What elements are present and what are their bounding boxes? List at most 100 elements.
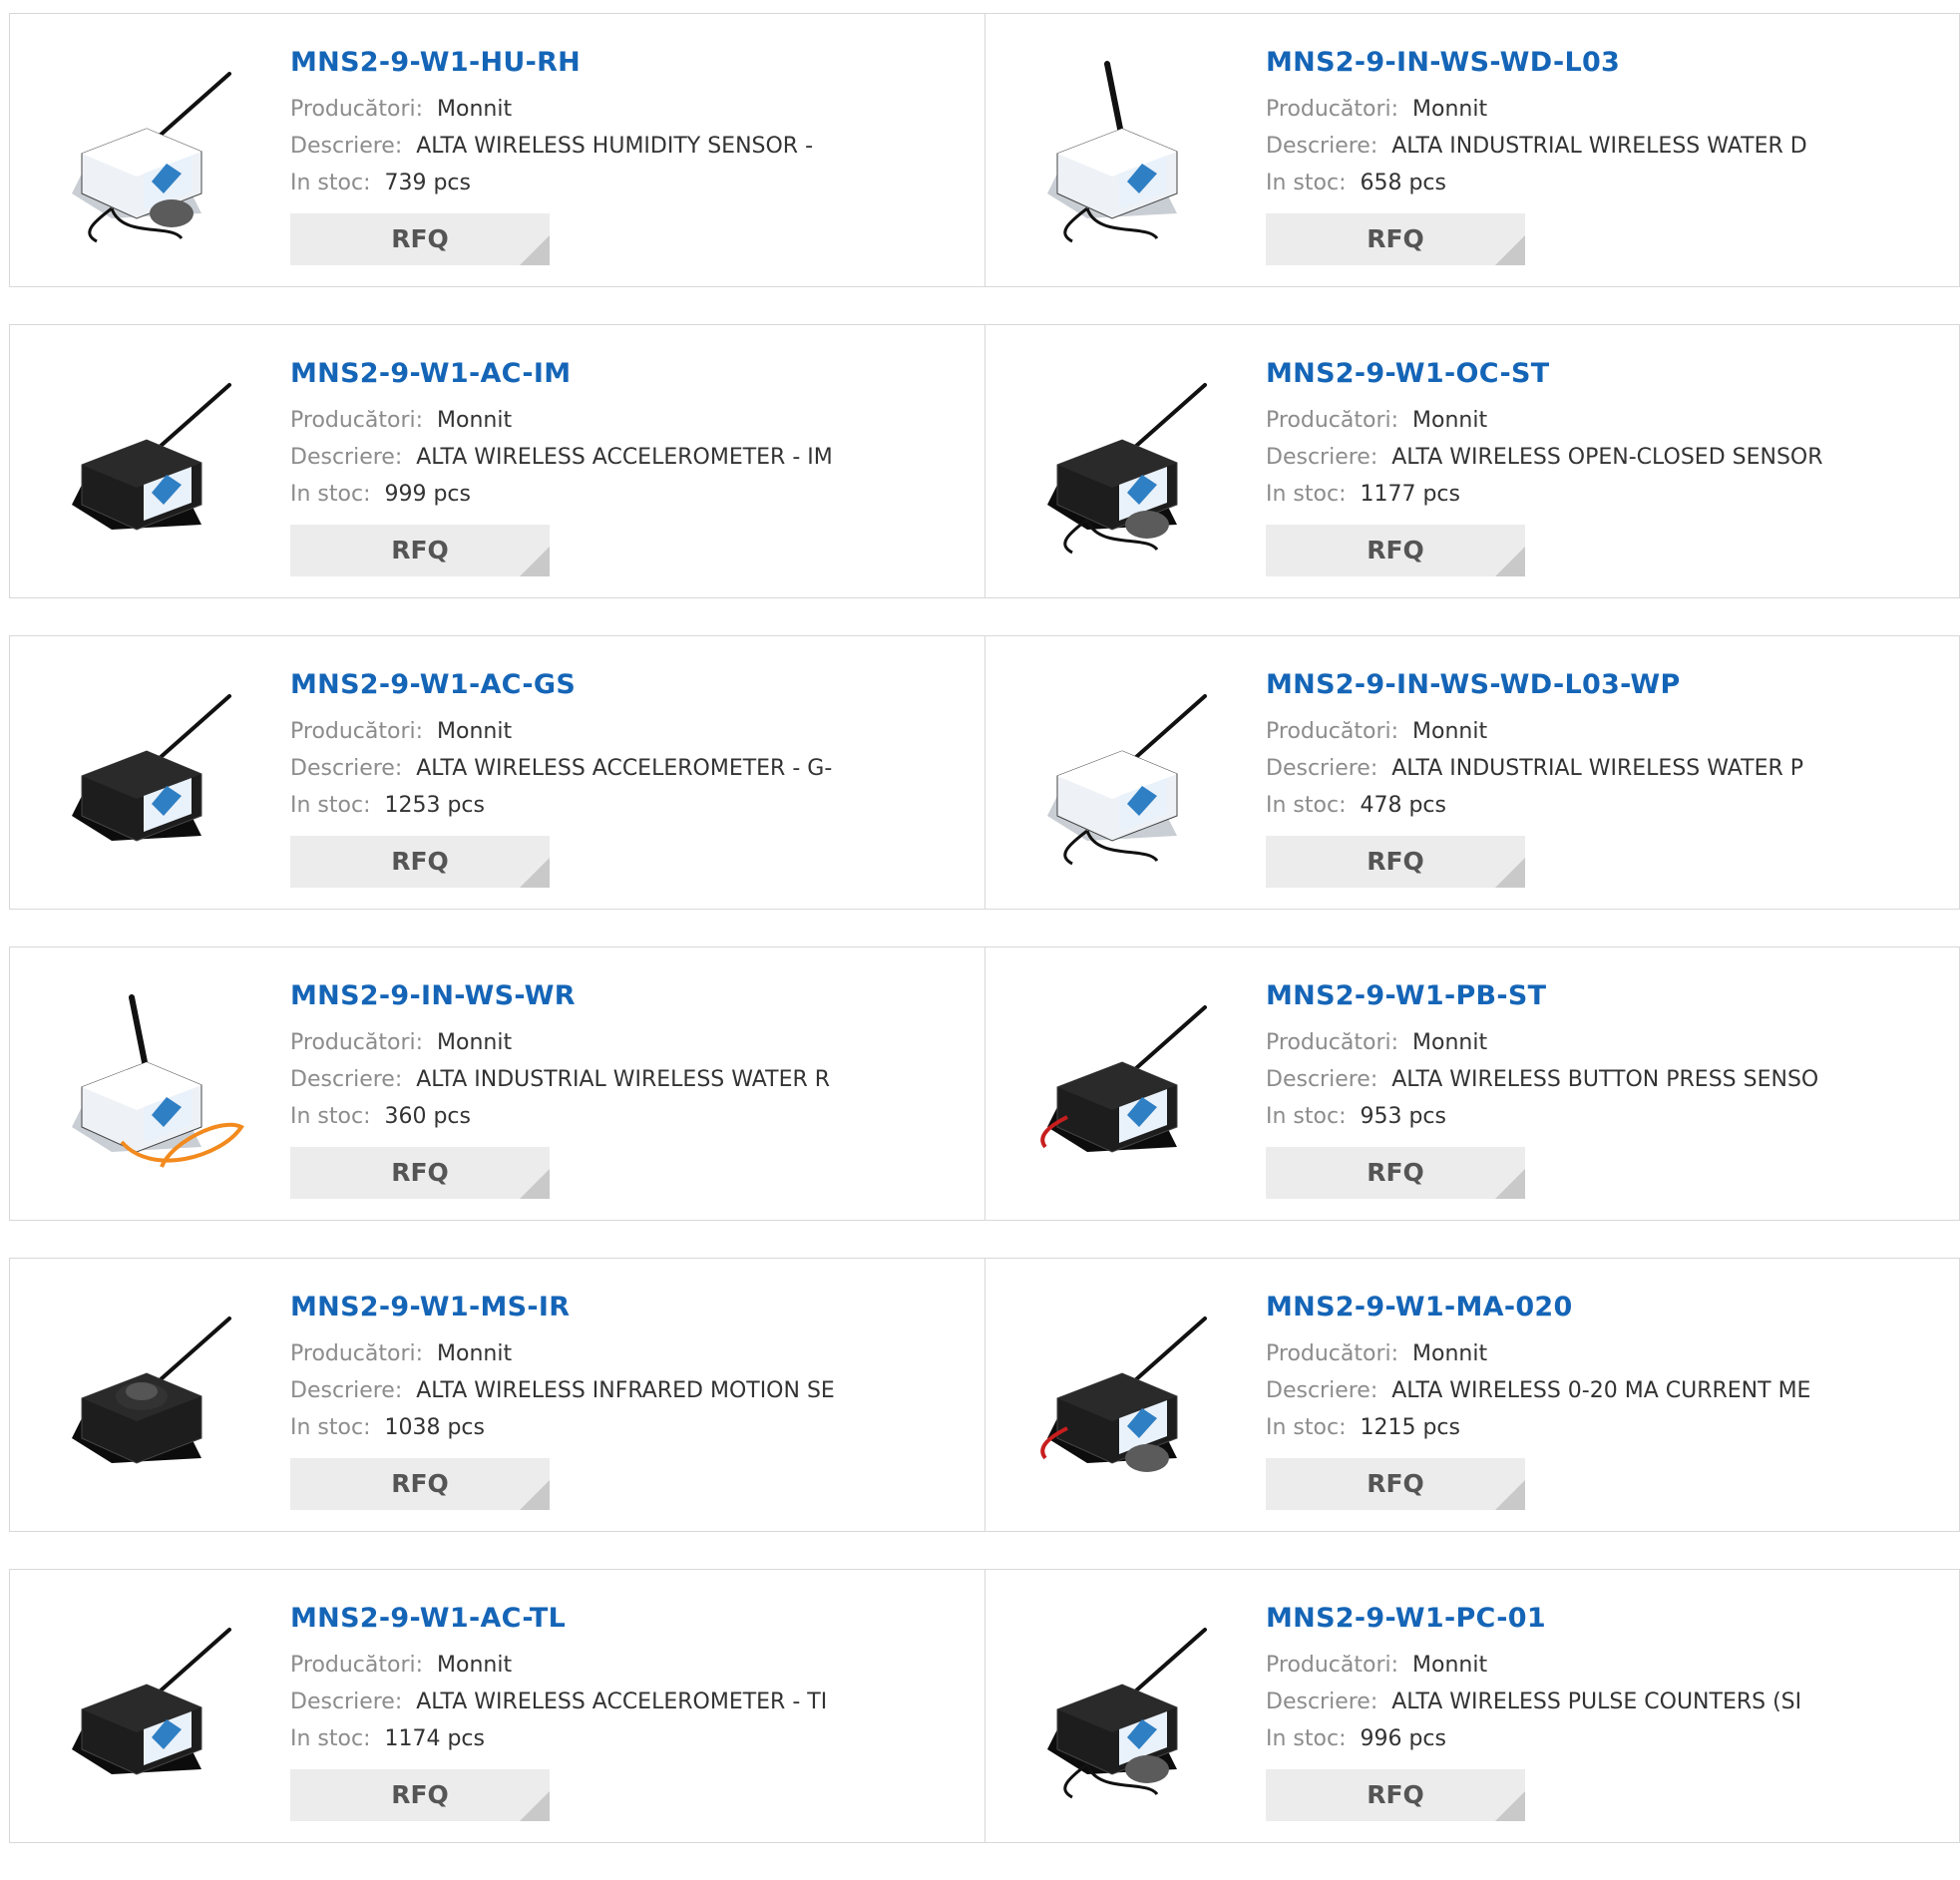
product-row: MNS2-9-W1-HU-RH Producători: Monnit Descrie… — [9, 13, 1960, 287]
rfq-button[interactable]: RFQ — [290, 1147, 550, 1199]
rfq-button[interactable]: RFQ — [1266, 836, 1525, 888]
product-title-link[interactable]: MNS2-9-IN-WS-WR — [290, 979, 975, 1013]
water-detection-sensor-icon[interactable] — [1027, 44, 1227, 243]
stock-value: 999 pcs — [384, 482, 471, 507]
description-value: ALTA WIRELESS BUTTON PRESS SENSO — [1391, 1067, 1819, 1092]
manufacturer-label: Producători: — [290, 719, 424, 744]
manufacturer-label: Producători: — [290, 97, 424, 122]
description-line: Descriere: ALTA WIRELESS ACCELEROMETER - … — [290, 439, 975, 476]
rfq-label: RFQ — [1367, 1469, 1424, 1498]
open-closed-sensor-icon[interactable] — [1027, 355, 1227, 555]
water-probe-sensor-icon[interactable] — [1027, 666, 1227, 866]
description-value: ALTA WIRELESS ACCELEROMETER - G- — [416, 756, 833, 781]
description-line: Descriere: ALTA WIRELESS ACCELEROMETER - … — [290, 1684, 975, 1720]
rfq-button[interactable]: RFQ — [1266, 525, 1525, 576]
humidity-sensor-icon[interactable] — [52, 44, 251, 243]
stock-label: In stoc: — [290, 1104, 371, 1129]
corner-triangle-icon — [520, 858, 550, 888]
product-title-link[interactable]: MNS2-9-W1-MA-020 — [1266, 1291, 1949, 1324]
rfq-label: RFQ — [1367, 224, 1424, 253]
product-title-link[interactable]: MNS2-9-W1-OC-ST — [1266, 357, 1949, 391]
manufacturer-value: Monnit — [1412, 408, 1488, 433]
product-title-link[interactable]: MNS2-9-W1-PB-ST — [1266, 979, 1949, 1013]
description-line: Descriere: ALTA WIRELESS BUTTON PRESS SEN… — [1266, 1061, 1949, 1098]
stock-line: In stoc: 1177 pcs — [1266, 476, 1949, 513]
pulse-counter-sensor-icon[interactable] — [1027, 1600, 1227, 1799]
rfq-button[interactable]: RFQ — [1266, 213, 1525, 265]
stock-value: 1174 pcs — [384, 1726, 485, 1751]
stock-value: 1253 pcs — [384, 793, 485, 818]
stock-value: 1177 pcs — [1360, 482, 1460, 507]
description-value: ALTA INDUSTRIAL WIRELESS WATER R — [416, 1067, 831, 1092]
stock-value: 360 pcs — [384, 1104, 471, 1129]
product-card: MNS2-9-W1-AC-GS Producători: Monnit Descrie… — [10, 636, 984, 909]
corner-triangle-icon — [1495, 1480, 1525, 1510]
product-title-link[interactable]: MNS2-9-W1-HU-RH — [290, 46, 975, 80]
rfq-button[interactable]: RFQ — [1266, 1458, 1525, 1510]
manufacturer-label: Producători: — [290, 1341, 424, 1366]
manufacturer-value: Monnit — [437, 1341, 513, 1366]
product-row: MNS2-9-W1-AC-IM Producători: Monnit Descrie… — [9, 324, 1960, 598]
description-line: Descriere: ALTA INDUSTRIAL WIRELESS WATER… — [1266, 750, 1949, 787]
rfq-label: RFQ — [1367, 536, 1424, 564]
rfq-button[interactable]: RFQ — [290, 213, 550, 265]
rfq-button[interactable]: RFQ — [1266, 1147, 1525, 1199]
corner-triangle-icon — [1495, 547, 1525, 576]
product-card: MNS2-9-W1-PC-01 Producători: Monnit Descrie… — [984, 1570, 1959, 1842]
product-title-link[interactable]: MNS2-9-W1-MS-IR — [290, 1291, 975, 1324]
stock-line: In stoc: 1253 pcs — [290, 787, 975, 824]
product-card: MNS2-9-W1-AC-IM Producători: Monnit Descrie… — [10, 325, 984, 597]
product-card: MNS2-9-W1-AC-TL Producători: Monnit Descrie… — [10, 1570, 984, 1842]
accelerometer-sensor-icon[interactable] — [52, 355, 251, 555]
rfq-button[interactable]: RFQ — [290, 525, 550, 576]
product-title-link[interactable]: MNS2-9-IN-WS-WD-L03-WP — [1266, 668, 1949, 702]
stock-value: 996 pcs — [1360, 1726, 1446, 1751]
motion-sensor-icon[interactable] — [52, 1289, 251, 1488]
rfq-label: RFQ — [391, 536, 449, 564]
manufacturer-line: Producători: Monnit — [290, 402, 975, 439]
rfq-label: RFQ — [1367, 1158, 1424, 1187]
product-title-link[interactable]: MNS2-9-W1-AC-GS — [290, 668, 975, 702]
description-line: Descriere: ALTA INDUSTRIAL WIRELESS WATER… — [290, 1061, 975, 1098]
stock-line: In stoc: 996 pcs — [1266, 1720, 1949, 1757]
manufacturer-value: Monnit — [1412, 97, 1488, 122]
product-title-link[interactable]: MNS2-9-W1-PC-01 — [1266, 1602, 1949, 1636]
product-title-link[interactable]: MNS2-9-W1-AC-TL — [290, 1602, 975, 1636]
product-title-link[interactable]: MNS2-9-W1-AC-IM — [290, 357, 975, 391]
description-value: ALTA WIRELESS OPEN-CLOSED SENSOR — [1391, 445, 1823, 470]
rfq-button[interactable]: RFQ — [290, 836, 550, 888]
manufacturer-line: Producători: Monnit — [1266, 713, 1949, 750]
manufacturer-value: Monnit — [1412, 1653, 1488, 1678]
button-press-sensor-icon[interactable] — [1027, 977, 1227, 1177]
description-label: Descriere: — [1266, 134, 1378, 159]
product-row: MNS2-9-IN-WS-WR Producători: Monnit Descrie… — [9, 946, 1960, 1221]
product-row: MNS2-9-W1-AC-TL Producători: Monnit Descrie… — [9, 1569, 1960, 1843]
description-value: ALTA WIRELESS PULSE COUNTERS (SI — [1391, 1690, 1802, 1714]
stock-value: 1215 pcs — [1360, 1415, 1460, 1440]
description-value: ALTA INDUSTRIAL WIRELESS WATER P — [1391, 756, 1804, 781]
manufacturer-value: Monnit — [1412, 1341, 1488, 1366]
manufacturer-value: Monnit — [437, 1653, 513, 1678]
product-card: MNS2-9-W1-HU-RH Producători: Monnit Descrie… — [10, 14, 984, 286]
stock-line: In stoc: 739 pcs — [290, 165, 975, 201]
description-label: Descriere: — [1266, 1378, 1378, 1403]
manufacturer-label: Producători: — [1266, 408, 1399, 433]
manufacturer-label: Producători: — [1266, 1653, 1399, 1678]
manufacturer-label: Producători: — [290, 1653, 424, 1678]
water-rope-sensor-icon[interactable] — [52, 977, 251, 1177]
description-line: Descriere: ALTA WIRELESS 0-20 MA CURRENT … — [1266, 1372, 1949, 1409]
rfq-label: RFQ — [1367, 847, 1424, 876]
current-meter-sensor-icon[interactable] — [1027, 1289, 1227, 1488]
stock-label: In stoc: — [290, 1415, 371, 1440]
accelerometer-sensor-icon[interactable] — [52, 1600, 251, 1799]
stock-label: In stoc: — [1266, 482, 1347, 507]
stock-line: In stoc: 1215 pcs — [1266, 1409, 1949, 1446]
rfq-button[interactable]: RFQ — [1266, 1769, 1525, 1821]
rfq-button[interactable]: RFQ — [290, 1458, 550, 1510]
manufacturer-line: Producători: Monnit — [290, 1335, 975, 1372]
stock-label: In stoc: — [1266, 1104, 1347, 1129]
rfq-button[interactable]: RFQ — [290, 1769, 550, 1821]
product-title-link[interactable]: MNS2-9-IN-WS-WD-L03 — [1266, 46, 1949, 80]
accelerometer-sensor-icon[interactable] — [52, 666, 251, 866]
manufacturer-label: Producători: — [1266, 1030, 1399, 1055]
